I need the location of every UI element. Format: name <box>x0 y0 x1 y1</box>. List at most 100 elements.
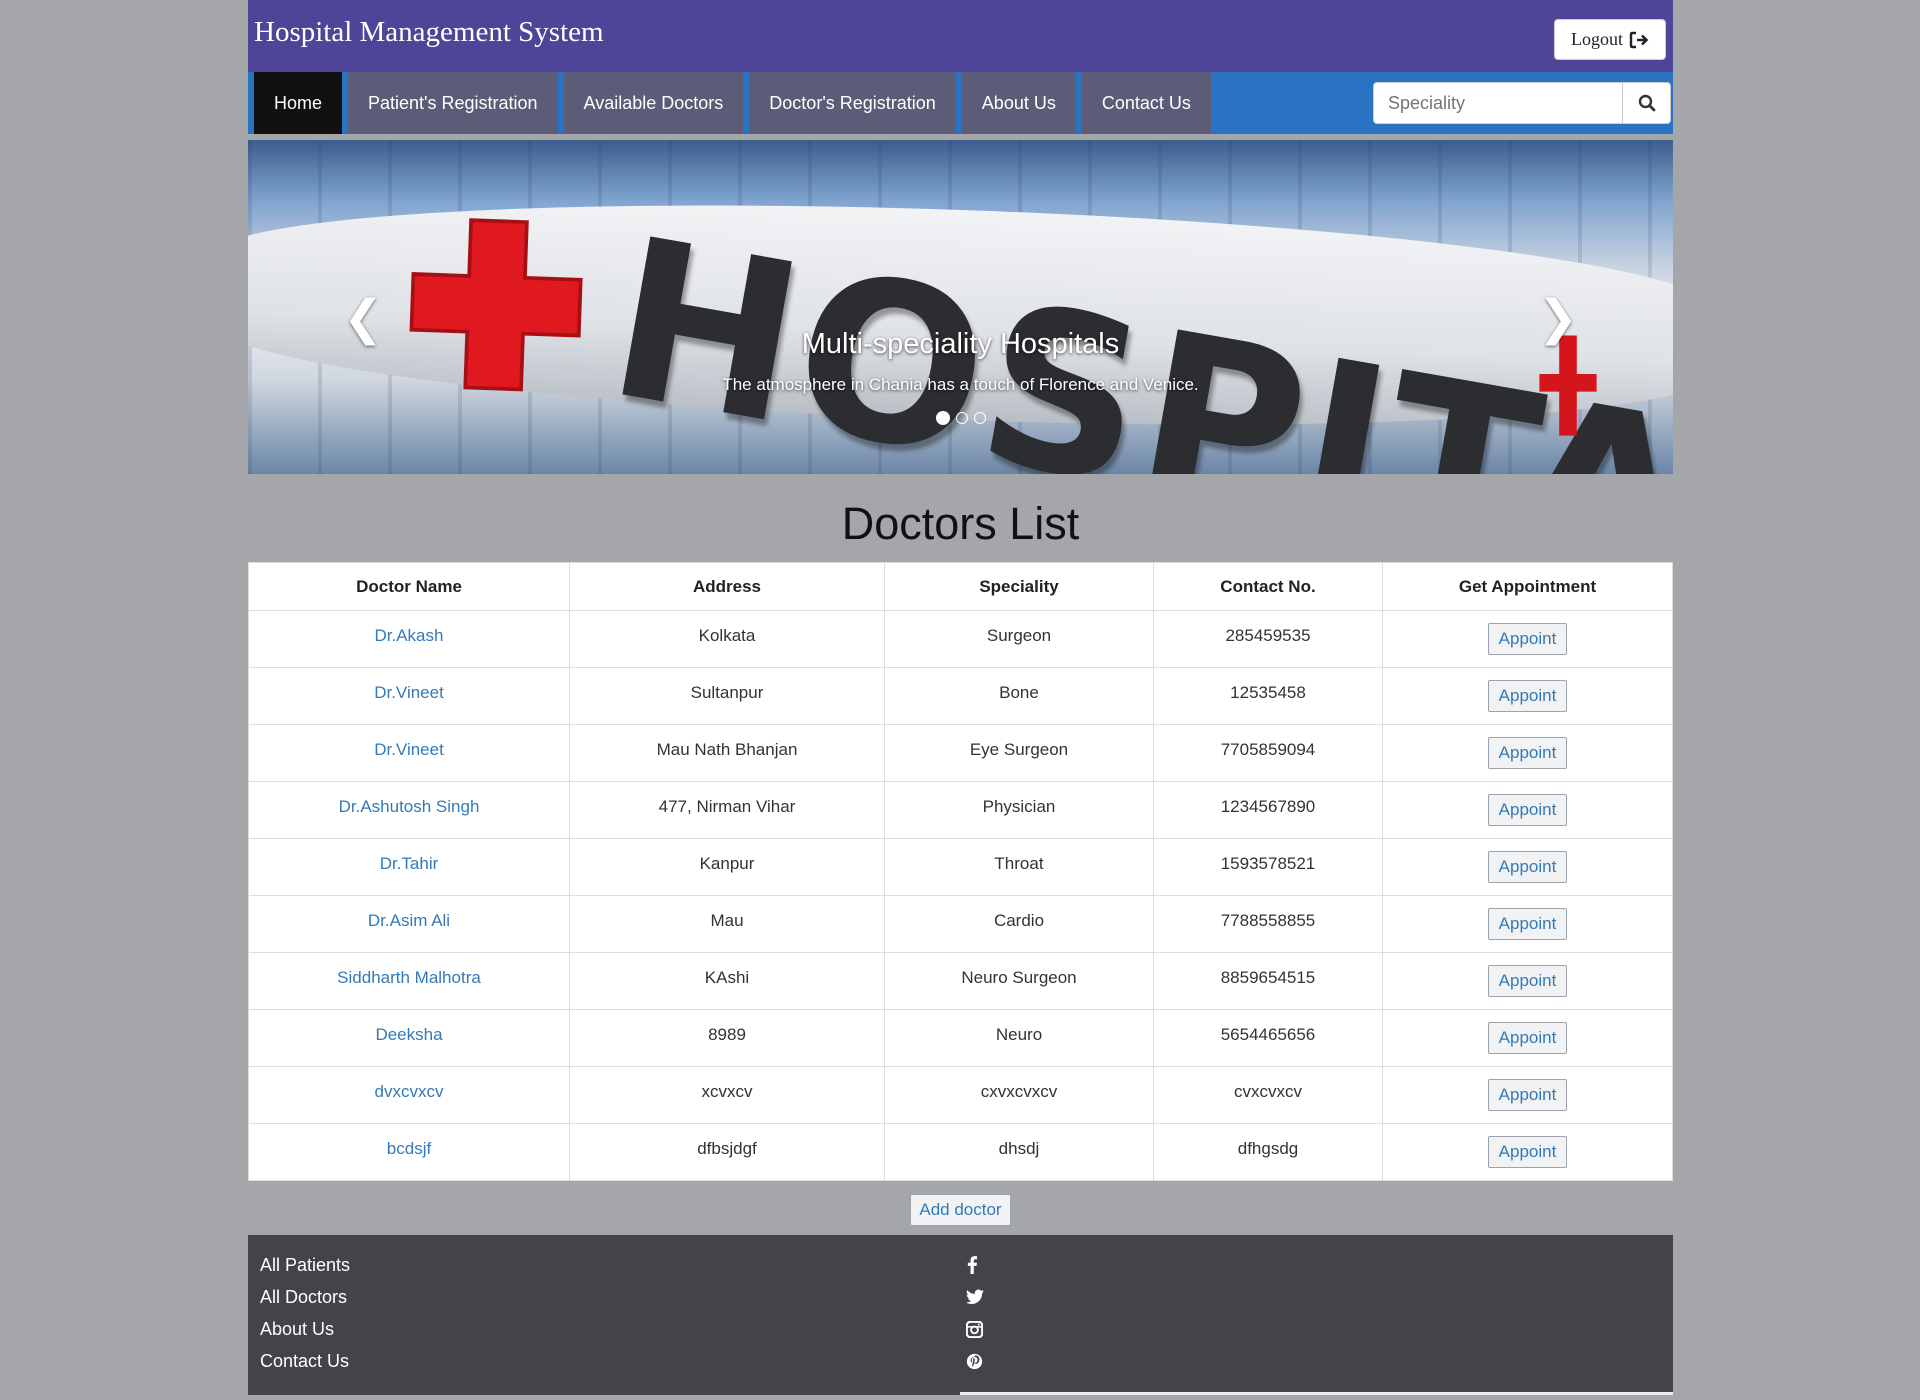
doctor-address: Kolkata <box>569 610 885 668</box>
nav-item-available-doctors[interactable]: Available Doctors <box>563 72 744 134</box>
doctor-name-link[interactable]: Dr.Ashutosh Singh <box>248 781 570 839</box>
doctor-contact: 12535458 <box>1153 667 1383 725</box>
carousel-indicator[interactable] <box>935 411 950 425</box>
appoint-button[interactable]: Appoint <box>1487 680 1568 712</box>
doctor-address: Mau <box>569 895 885 953</box>
appoint-button[interactable]: Appoint <box>1487 965 1568 997</box>
appointment-cell: Appoint <box>1382 781 1673 839</box>
doctor-address: 477, Nirman Vihar <box>569 781 885 839</box>
doctor-contact: 7705859094 <box>1153 724 1383 782</box>
doctor-speciality: Neuro Surgeon <box>884 952 1154 1010</box>
footer-divider <box>960 1392 1673 1395</box>
doctor-address: 8989 <box>569 1009 885 1067</box>
appoint-button[interactable]: Appoint <box>1487 851 1568 883</box>
doctor-contact: 1234567890 <box>1153 781 1383 839</box>
appoint-button[interactable]: Appoint <box>1487 737 1568 769</box>
nav-item-about-us[interactable]: About Us <box>961 72 1076 134</box>
doctor-address: dfbsjdgf <box>569 1123 885 1181</box>
nav-menu: Home Patient's Registration Available Do… <box>254 72 1217 134</box>
appoint-button[interactable]: Appoint <box>1487 794 1568 826</box>
doctor-address: Kanpur <box>569 838 885 896</box>
table-row: Siddharth Malhotra KAshi Neuro Surgeon 8… <box>248 952 1673 1010</box>
doctor-speciality: cxvxcvxcv <box>884 1066 1154 1124</box>
doctor-name-link[interactable]: Dr.Vineet <box>248 667 570 725</box>
table-row: Dr.Tahir Kanpur Throat 1593578521 Appoin… <box>248 838 1673 896</box>
appointment-cell: Appoint <box>1382 1066 1673 1124</box>
footer-links: All Patients All Doctors About Us Contac… <box>260 1249 350 1377</box>
speciality-search-input[interactable] <box>1373 82 1623 124</box>
doctor-speciality: Throat <box>884 838 1154 896</box>
doctor-name-link[interactable]: Dr.Vineet <box>248 724 570 782</box>
doctor-contact: 285459535 <box>1153 610 1383 668</box>
pinterest-icon[interactable] <box>966 1345 984 1377</box>
carousel-indicator[interactable] <box>955 412 968 424</box>
doctor-name-link[interactable]: bcdsjf <box>248 1123 570 1181</box>
carousel-indicator[interactable] <box>973 412 986 424</box>
doctor-name-link[interactable]: Dr.Asim Ali <box>248 895 570 953</box>
search-button[interactable] <box>1623 82 1671 124</box>
table-row: bcdsjf dfbsjdgf dhsdj dfhgsdg Appoint <box>248 1123 1673 1181</box>
table-row: Dr.Asim Ali Mau Cardio 7788558855 Appoin… <box>248 895 1673 953</box>
footer-link-about-us[interactable]: About Us <box>260 1313 350 1345</box>
doctor-speciality: Bone <box>884 667 1154 725</box>
appoint-button[interactable]: Appoint <box>1487 623 1568 655</box>
appoint-button[interactable]: Appoint <box>1487 1079 1568 1111</box>
doctor-speciality: dhsdj <box>884 1123 1154 1181</box>
nav-item-doctor-registration[interactable]: Doctor's Registration <box>749 72 956 134</box>
table-row: Dr.Vineet Mau Nath Bhanjan Eye Surgeon 7… <box>248 724 1673 782</box>
site-header: Hospital Management System Logout <box>248 0 1673 72</box>
doctors-list-title: Doctors List <box>841 498 1080 549</box>
logout-button[interactable]: Logout <box>1554 19 1666 60</box>
hero-carousel: HOSPITAL ❮ ❯ Multi-speciality Hospitals … <box>248 140 1673 474</box>
doctor-name-link[interactable]: Dr.Tahir <box>248 838 570 896</box>
carousel-caption: Multi-speciality Hospitals The atmospher… <box>248 328 1673 395</box>
page-container: Hospital Management System Logout Home P… <box>248 0 1673 1395</box>
carousel-caption-title: Multi-speciality Hospitals <box>801 328 1120 360</box>
appoint-button[interactable]: Appoint <box>1487 1022 1568 1054</box>
table-row: Dr.Vineet Sultanpur Bone 12535458 Appoin… <box>248 667 1673 725</box>
footer-link-all-patients[interactable]: All Patients <box>260 1249 350 1281</box>
add-doctor-wrapper: Add doctor <box>248 1194 1673 1226</box>
doctor-contact: dfhgsdg <box>1153 1123 1383 1181</box>
appointment-cell: Appoint <box>1382 667 1673 725</box>
twitter-icon[interactable] <box>966 1281 984 1313</box>
doctor-speciality: Eye Surgeon <box>884 724 1154 782</box>
doctor-address: Sultanpur <box>569 667 885 725</box>
appoint-button[interactable]: Appoint <box>1487 908 1568 940</box>
column-header: Address <box>569 562 885 611</box>
doctor-address: KAshi <box>569 952 885 1010</box>
doctor-name-link[interactable]: dvxcvxcv <box>248 1066 570 1124</box>
carousel-caption-text: The atmosphere in Chania has a touch of … <box>722 375 1199 394</box>
appoint-button[interactable]: Appoint <box>1487 1136 1568 1168</box>
appointment-cell: Appoint <box>1382 1123 1673 1181</box>
add-doctor-button[interactable]: Add doctor <box>910 1194 1011 1226</box>
doctor-speciality: Neuro <box>884 1009 1154 1067</box>
appointment-cell: Appoint <box>1382 895 1673 953</box>
doctor-name-link[interactable]: Siddharth Malhotra <box>248 952 570 1010</box>
instagram-icon[interactable] <box>966 1313 984 1345</box>
table-row: Deeksha 8989 Neuro 5654465656 Appoint <box>248 1009 1673 1067</box>
column-header: Contact No. <box>1153 562 1383 611</box>
facebook-icon[interactable] <box>966 1249 984 1281</box>
appointment-cell: Appoint <box>1382 838 1673 896</box>
site-footer: All Patients All Doctors About Us Contac… <box>248 1235 1673 1395</box>
doctor-address: Mau Nath Bhanjan <box>569 724 885 782</box>
column-header: Doctor Name <box>248 562 570 611</box>
appointment-cell: Appoint <box>1382 610 1673 668</box>
nav-item-contact-us[interactable]: Contact Us <box>1081 72 1211 134</box>
appointment-cell: Appoint <box>1382 1009 1673 1067</box>
doctor-contact: 7788558855 <box>1153 895 1383 953</box>
doctor-contact: cvxcvxcv <box>1153 1066 1383 1124</box>
nav-item-home[interactable]: Home <box>254 72 343 134</box>
main-navbar: Home Patient's Registration Available Do… <box>248 72 1673 134</box>
footer-link-contact-us[interactable]: Contact Us <box>260 1345 350 1377</box>
column-header: Get Appointment <box>1382 562 1673 611</box>
doctor-contact: 1593578521 <box>1153 838 1383 896</box>
nav-item-patient-registration[interactable]: Patient's Registration <box>348 72 558 134</box>
appointment-cell: Appoint <box>1382 724 1673 782</box>
doctor-name-link[interactable]: Deeksha <box>248 1009 570 1067</box>
doctor-name-link[interactable]: Dr.Akash <box>248 610 570 668</box>
table-header-row: Doctor Name Address Speciality Contact N… <box>248 562 1673 611</box>
table-row: dvxcvxcv xcvxcv cxvxcvxcv cvxcvxcv Appoi… <box>248 1066 1673 1124</box>
footer-link-all-doctors[interactable]: All Doctors <box>260 1281 350 1313</box>
